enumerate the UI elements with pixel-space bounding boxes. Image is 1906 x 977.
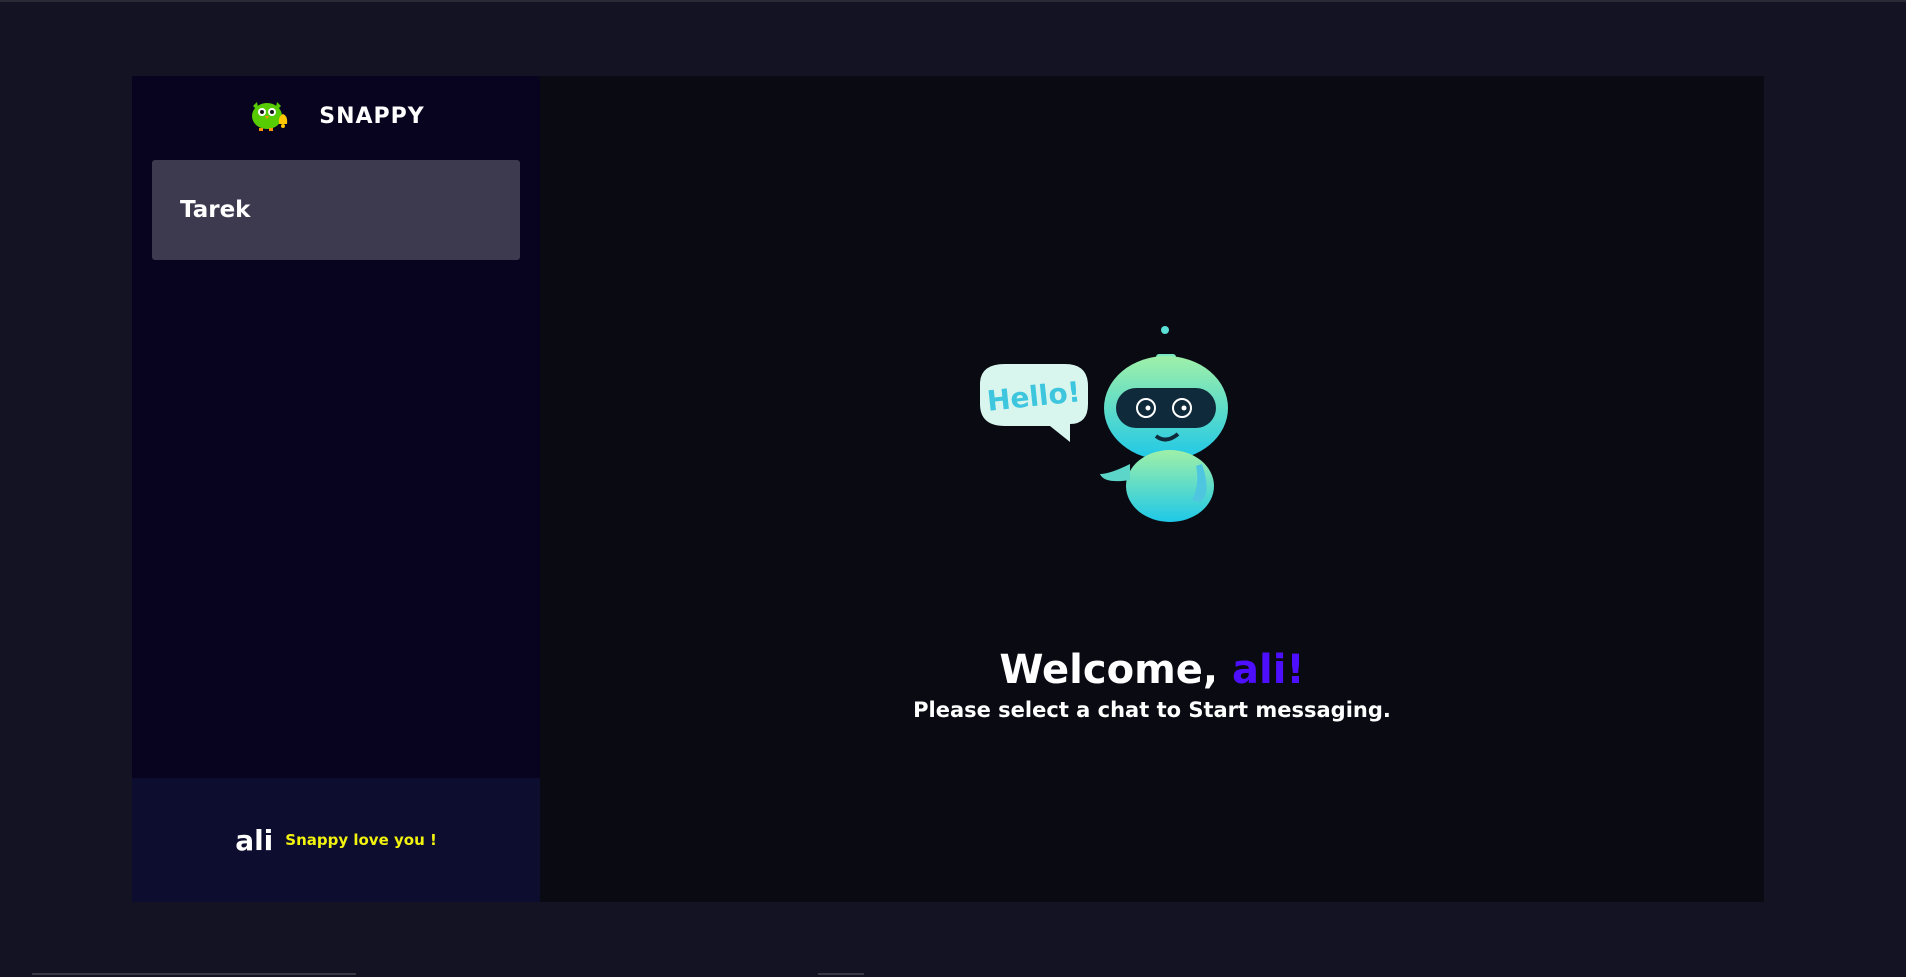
current-user-tagline: Snappy love you ! [285, 831, 437, 849]
owl-logo-icon [247, 94, 293, 138]
robot-hello-icon: Hello! [970, 324, 1240, 524]
welcome-username: ali! [1232, 647, 1305, 693]
welcome-subtitle: Please select a chat to Start messaging. [913, 698, 1391, 722]
contact-item-tarek[interactable]: Tarek [152, 160, 520, 260]
window-top-edge [0, 0, 1906, 2]
brand-header: SNAPPY [132, 76, 540, 156]
contact-name: Tarek [180, 197, 251, 223]
current-user-name: ali [235, 823, 274, 857]
welcome-panel: Hello! Welcome, ali! Please select a cha… [540, 76, 1764, 902]
taskbar-indicator-small [818, 973, 864, 975]
contacts-sidebar: SNAPPY Tarek ali Snappy love you ! [132, 76, 540, 902]
welcome-prefix: Welcome, [999, 647, 1232, 693]
contact-list: Tarek [132, 156, 540, 778]
current-user-panel: ali Snappy love you ! [132, 778, 540, 902]
brand-name: SNAPPY [319, 103, 425, 129]
taskbar-indicator [32, 973, 356, 975]
welcome-heading: Welcome, ali! [540, 647, 1764, 693]
chat-app: SNAPPY Tarek ali Snappy love you ! Hello… [132, 76, 1764, 902]
